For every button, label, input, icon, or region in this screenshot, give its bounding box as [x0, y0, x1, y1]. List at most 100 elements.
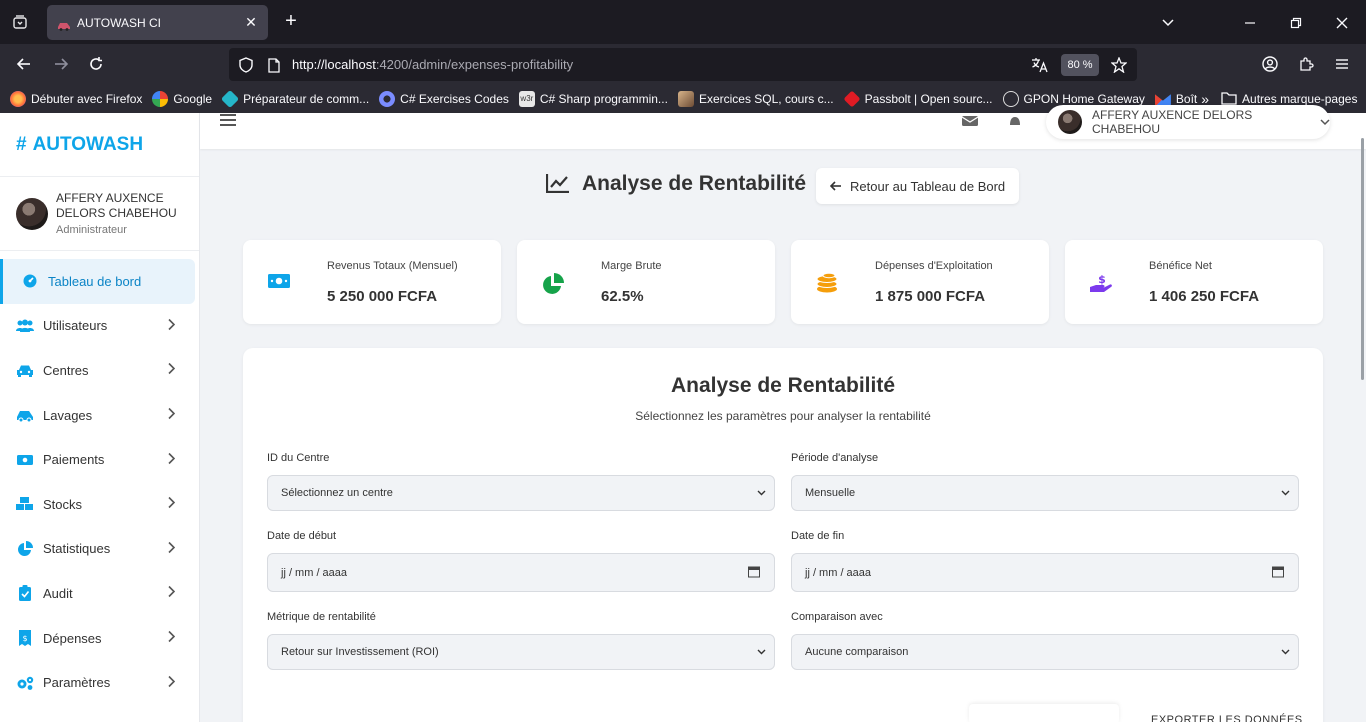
bookmark-sql[interactable]: Exercices SQL, cours c...: [677, 91, 834, 107]
sidebar-item-statistiques[interactable]: Statistiques: [0, 527, 199, 572]
form-subtitle: Sélectionnez les paramètres pour analyse…: [635, 409, 931, 423]
list-all-tabs-icon[interactable]: [8, 10, 32, 34]
bookmark-firefox[interactable]: Débuter avec Firefox: [10, 91, 142, 107]
hamburger-menu-icon[interactable]: [220, 113, 236, 126]
forward-arrow-icon[interactable]: [50, 53, 72, 75]
chevron-right-icon: [167, 630, 176, 646]
stat-value: 5 250 000 FCFA: [327, 288, 438, 305]
close-window-icon[interactable]: [1331, 12, 1353, 34]
sidebar-item-audit[interactable]: Audit: [0, 571, 199, 616]
bookmark-w3r[interactable]: w3r C# Sharp programmin...: [518, 91, 668, 107]
hand-holding-dollar-icon: $: [1090, 273, 1112, 293]
export-data-button[interactable]: EXPORTER LES DONNÉES: [1151, 714, 1303, 722]
car-favicon-icon: [57, 18, 71, 31]
account-icon[interactable]: [1259, 53, 1281, 75]
image-icon: [677, 91, 694, 107]
calendar-icon[interactable]: [748, 565, 760, 580]
sidebar-item-parametres[interactable]: Paramètres: [0, 660, 199, 705]
metric-label: Métrique de rentabilité: [267, 611, 376, 623]
compare-select[interactable]: Aucune comparaison: [791, 634, 1299, 670]
chevron-down-icon: [757, 487, 766, 499]
money-icon: [16, 452, 34, 468]
passbolt-icon: [843, 90, 861, 108]
metric-select[interactable]: Retour sur Investissement (ROI): [267, 634, 775, 670]
url-text[interactable]: http://localhost:4200/admin/expenses-pro…: [292, 57, 573, 72]
tab-title: AUTOWASH CI: [77, 15, 162, 30]
brand-name: AUTOWASH: [32, 133, 144, 155]
sidebar-item-tableau-de-bord[interactable]: Tableau de bord: [0, 259, 195, 304]
bookmark-passbolt[interactable]: Passbolt | Open sourc...: [843, 90, 993, 108]
boxes-icon: [16, 496, 34, 512]
restore-window-icon[interactable]: [1285, 12, 1307, 34]
calendar-icon[interactable]: [1272, 565, 1284, 580]
sidebar-item-utilisateurs[interactable]: Utilisateurs: [0, 304, 199, 349]
end-date-input[interactable]: jj / mm / aaaa: [791, 553, 1299, 592]
avatar: [1058, 110, 1082, 134]
pie-chart-icon: [16, 540, 34, 557]
line-chart-icon: [545, 173, 570, 195]
stat-card-depenses: Dépenses d'Exploitation 1 875 000 FCFA: [791, 240, 1049, 324]
chevron-down-icon: [1281, 646, 1290, 658]
users-icon: [16, 318, 34, 334]
end-date-label: Date de fin: [791, 530, 845, 542]
extensions-icon[interactable]: [1295, 53, 1317, 75]
page-title: Analyse de Rentabilité: [545, 172, 806, 196]
page-scrollbar[interactable]: [1361, 138, 1364, 380]
receipt-icon: $: [16, 630, 34, 647]
back-arrow-icon[interactable]: [13, 53, 35, 75]
page-info-icon[interactable]: [265, 56, 283, 74]
globe-icon: [1002, 91, 1019, 107]
reload-icon[interactable]: [85, 53, 107, 75]
profile-dropdown[interactable]: AFFERY AUXENCE DELORS CHABEHOU: [1046, 105, 1330, 139]
sidebar-menu: Tableau de bord Utilisateurs Centres Lav…: [0, 251, 199, 705]
tab-overflow-chevron-icon[interactable]: [1157, 12, 1179, 34]
car-icon: [16, 362, 34, 378]
envelope-icon[interactable]: [961, 113, 979, 127]
stat-label: Marge Brute: [601, 260, 662, 272]
export-dropdown-edge[interactable]: [969, 704, 1119, 722]
sidebar-item-stocks[interactable]: Stocks: [0, 482, 199, 527]
bookmark-csharp-exercises[interactable]: C# Exercises Codes: [379, 91, 509, 107]
arrow-left-icon: [829, 179, 842, 194]
start-date-input[interactable]: jj / mm / aaaa: [267, 553, 775, 592]
stat-value: 1 406 250 FCFA: [1149, 288, 1260, 305]
chevron-down-icon: [1281, 487, 1290, 499]
sidebar-item-paiements[interactable]: Paiements: [0, 437, 199, 482]
svg-text:$: $: [1098, 273, 1106, 286]
sidebar-item-centres[interactable]: Centres: [0, 348, 199, 393]
chevron-right-icon: [167, 363, 176, 378]
stat-value: 1 875 000 FCFA: [875, 288, 986, 305]
period-select[interactable]: Mensuelle: [791, 475, 1299, 511]
gears-icon: [16, 675, 34, 691]
bookmark-star-icon[interactable]: [1110, 56, 1128, 74]
stat-value: 62.5%: [601, 288, 644, 305]
sidebar-item-lavages[interactable]: Lavages: [0, 393, 199, 438]
brand-logo[interactable]: # AUTOWASH: [0, 113, 199, 177]
chevron-right-icon: [167, 497, 176, 512]
bookmark-preparateur[interactable]: Préparateur de comm...: [221, 89, 369, 109]
close-tab-icon[interactable]: ✕: [242, 13, 260, 31]
address-bar[interactable]: http://localhost:4200/admin/expenses-pro…: [229, 48, 1137, 81]
center-select[interactable]: Sélectionnez un centre: [267, 475, 775, 511]
browser-tab[interactable]: AUTOWASH CI ✕: [47, 5, 268, 40]
back-to-dashboard-button[interactable]: Retour au Tableau de Bord: [816, 168, 1019, 204]
translate-icon[interactable]: [1031, 56, 1049, 74]
chevron-right-icon: [167, 452, 176, 467]
user-role: Administrateur: [56, 224, 127, 236]
sidebar: # AUTOWASH AFFERY AUXENCE DELORS CHABEHO…: [0, 113, 200, 722]
browser-tab-bar: AUTOWASH CI ✕ +: [0, 0, 1366, 44]
stat-card-revenus: Revenus Totaux (Mensuel) 5 250 000 FCFA: [243, 240, 501, 324]
bell-icon[interactable]: [1008, 113, 1024, 127]
stat-label: Bénéfice Net: [1149, 260, 1212, 272]
app-menu-icon[interactable]: [1331, 53, 1353, 75]
google-icon: [152, 91, 169, 107]
chevron-right-icon: [167, 318, 176, 333]
center-label: ID du Centre: [267, 452, 330, 464]
sidebar-item-depenses[interactable]: $ Dépenses: [0, 616, 199, 661]
new-tab-button[interactable]: +: [280, 11, 302, 33]
bookmark-google[interactable]: Google: [152, 91, 212, 107]
pie-chart-icon: [542, 273, 564, 294]
zoom-level-badge[interactable]: 80 %: [1061, 54, 1099, 76]
shield-icon[interactable]: [237, 56, 255, 74]
minimize-window-icon[interactable]: [1239, 12, 1261, 34]
